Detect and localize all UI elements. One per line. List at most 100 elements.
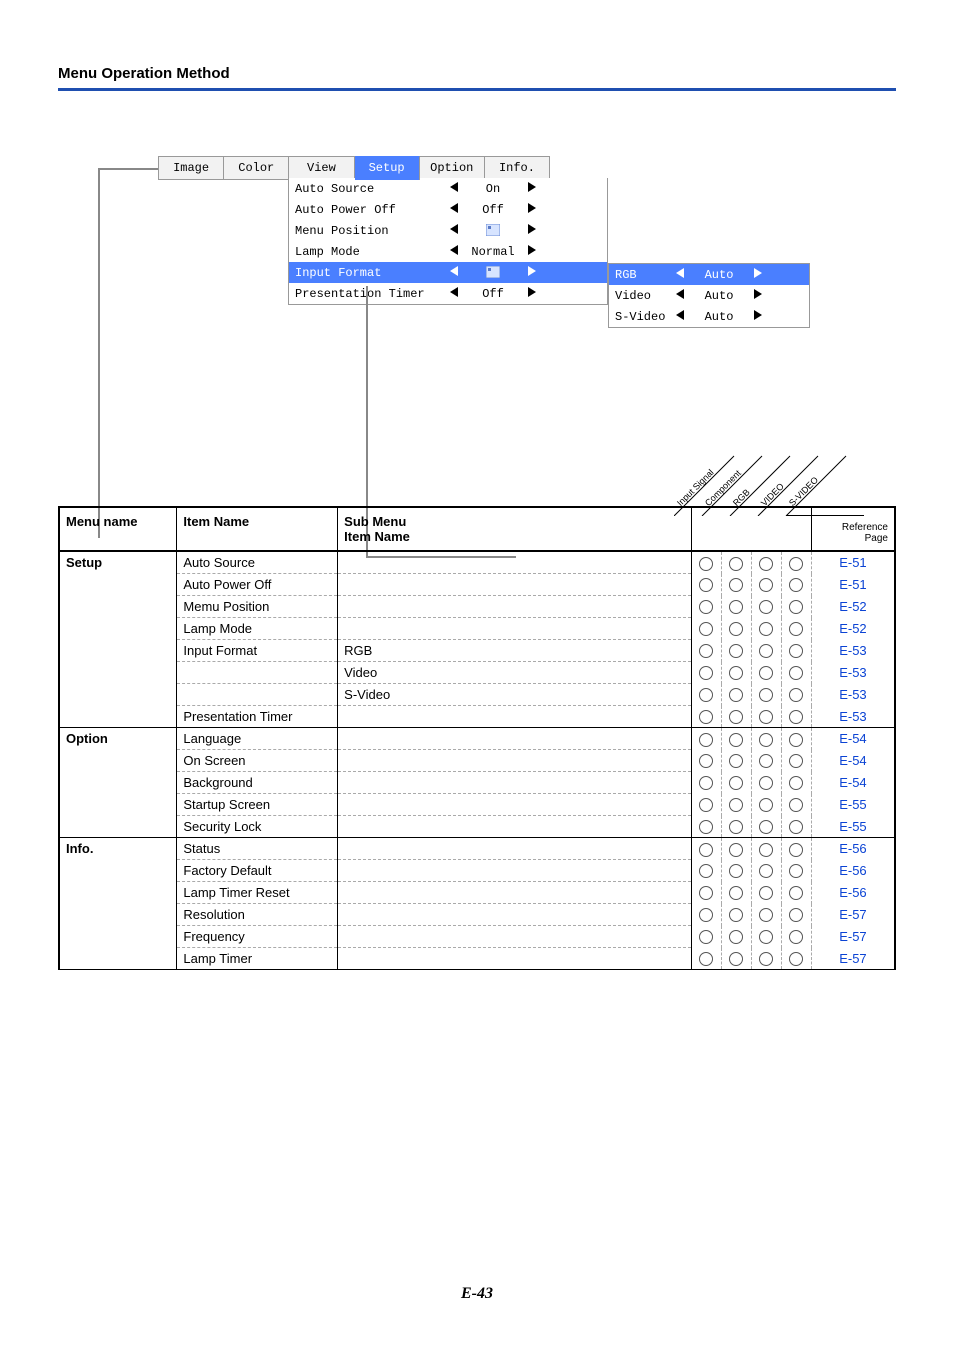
ref-page-cell: E-54: [811, 728, 895, 750]
circle-mark-icon: [789, 666, 803, 680]
circle-mark-icon: [759, 733, 773, 747]
signal-cell: [721, 684, 751, 706]
signal-cell: [781, 816, 811, 838]
osd-sub-row: S-VideoAuto: [609, 306, 809, 327]
circle-mark-icon: [729, 600, 743, 614]
triangle-right-icon: [523, 224, 541, 238]
circle-mark-icon: [699, 820, 713, 834]
item-name-cell: Lamp Timer: [177, 948, 338, 970]
circle-mark-icon: [729, 864, 743, 878]
circle-mark-icon: [729, 952, 743, 966]
ref-page-cell: E-56: [811, 882, 895, 904]
triangle-right-icon: [523, 266, 541, 280]
circle-mark-icon: [699, 622, 713, 636]
ref-page-cell: E-54: [811, 750, 895, 772]
signal-cell: [721, 816, 751, 838]
menu-name-cell: Option: [59, 728, 177, 750]
page-title: Menu Operation Method: [58, 65, 896, 88]
osd-submenu: RGBAutoVideoAutoS-VideoAuto: [608, 263, 810, 328]
availability-table: Menu name Item Name Sub MenuItem Name Re…: [58, 506, 896, 970]
signal-cell: [751, 948, 781, 970]
signal-cell: [691, 882, 721, 904]
item-name-cell: Memu Position: [177, 596, 338, 618]
osd-tab: Image: [159, 157, 224, 179]
signal-cell: [721, 551, 751, 574]
ref-page-cell: E-56: [811, 860, 895, 882]
circle-mark-icon: [759, 820, 773, 834]
osd-tab: Option: [420, 157, 485, 179]
circle-mark-icon: [699, 733, 713, 747]
item-name-cell: Resolution: [177, 904, 338, 926]
signal-cell: [751, 882, 781, 904]
circle-mark-icon: [789, 688, 803, 702]
circle-mark-icon: [789, 930, 803, 944]
item-name-cell: [177, 662, 338, 684]
signal-cell: [751, 574, 781, 596]
circle-mark-icon: [789, 908, 803, 922]
triangle-left-icon: [445, 224, 463, 238]
osd-tab: Color: [224, 157, 289, 179]
circle-mark-icon: [789, 600, 803, 614]
circle-mark-icon: [729, 776, 743, 790]
signal-cell: [721, 640, 751, 662]
item-name-cell: Status: [177, 838, 338, 860]
circle-mark-icon: [789, 864, 803, 878]
signal-cell: [781, 684, 811, 706]
signal-cell: [751, 706, 781, 728]
page-number: E-43: [0, 1285, 954, 1303]
circle-mark-icon: [699, 886, 713, 900]
signal-cell: [721, 574, 751, 596]
signal-cell: [691, 860, 721, 882]
item-name-cell: On Screen: [177, 750, 338, 772]
circle-mark-icon: [759, 644, 773, 658]
circle-mark-icon: [729, 622, 743, 636]
submenu-cell: [338, 750, 692, 772]
circle-mark-icon: [699, 930, 713, 944]
circle-mark-icon: [729, 843, 743, 857]
circle-mark-icon: [759, 600, 773, 614]
osd-row: Auto Power OffOff: [289, 199, 607, 220]
signal-cell: [691, 772, 721, 794]
ref-page-cell: E-53: [811, 684, 895, 706]
signal-cell: [721, 772, 751, 794]
osd-row: Presentation TimerOff: [289, 283, 607, 304]
signal-cell: [721, 596, 751, 618]
triangle-left-icon: [671, 268, 689, 282]
signal-cell: [751, 860, 781, 882]
circle-mark-icon: [699, 578, 713, 592]
signal-cell: [691, 640, 721, 662]
signal-cell: [691, 706, 721, 728]
triangle-left-icon: [445, 245, 463, 259]
signal-cell: [781, 794, 811, 816]
circle-mark-icon: [759, 930, 773, 944]
submenu-cell: RGB: [338, 640, 692, 662]
circle-mark-icon: [699, 644, 713, 658]
triangle-right-icon: [749, 268, 767, 282]
submenu-cell: [338, 618, 692, 640]
osd-row: Auto SourceOn: [289, 178, 607, 199]
availability-table-wrap: Input SignalComponentRGBVIDEOS-VIDEO Men…: [58, 506, 896, 970]
circle-mark-icon: [729, 557, 743, 571]
circle-mark-icon: [729, 820, 743, 834]
item-name-cell: Input Format: [177, 640, 338, 662]
item-name-cell: Auto Power Off: [177, 574, 338, 596]
ref-page-cell: E-57: [811, 948, 895, 970]
signal-cell: [781, 860, 811, 882]
circle-mark-icon: [699, 843, 713, 857]
circle-mark-icon: [759, 578, 773, 592]
circle-mark-icon: [759, 710, 773, 724]
signal-cell: [781, 706, 811, 728]
submenu-cell: [338, 948, 692, 970]
signal-cell: [721, 948, 751, 970]
circle-mark-icon: [699, 710, 713, 724]
col-menu-header: Menu name: [59, 507, 177, 551]
signal-diag-headers: Input SignalComponentRGBVIDEOS-VIDEO: [674, 436, 864, 516]
submenu-cell: [338, 772, 692, 794]
signal-cell: [691, 662, 721, 684]
signal-cell: [721, 706, 751, 728]
circle-mark-icon: [789, 644, 803, 658]
ref-page-cell: E-57: [811, 904, 895, 926]
submenu-cell: [338, 904, 692, 926]
circle-mark-icon: [699, 952, 713, 966]
submenu-cell: [338, 706, 692, 728]
